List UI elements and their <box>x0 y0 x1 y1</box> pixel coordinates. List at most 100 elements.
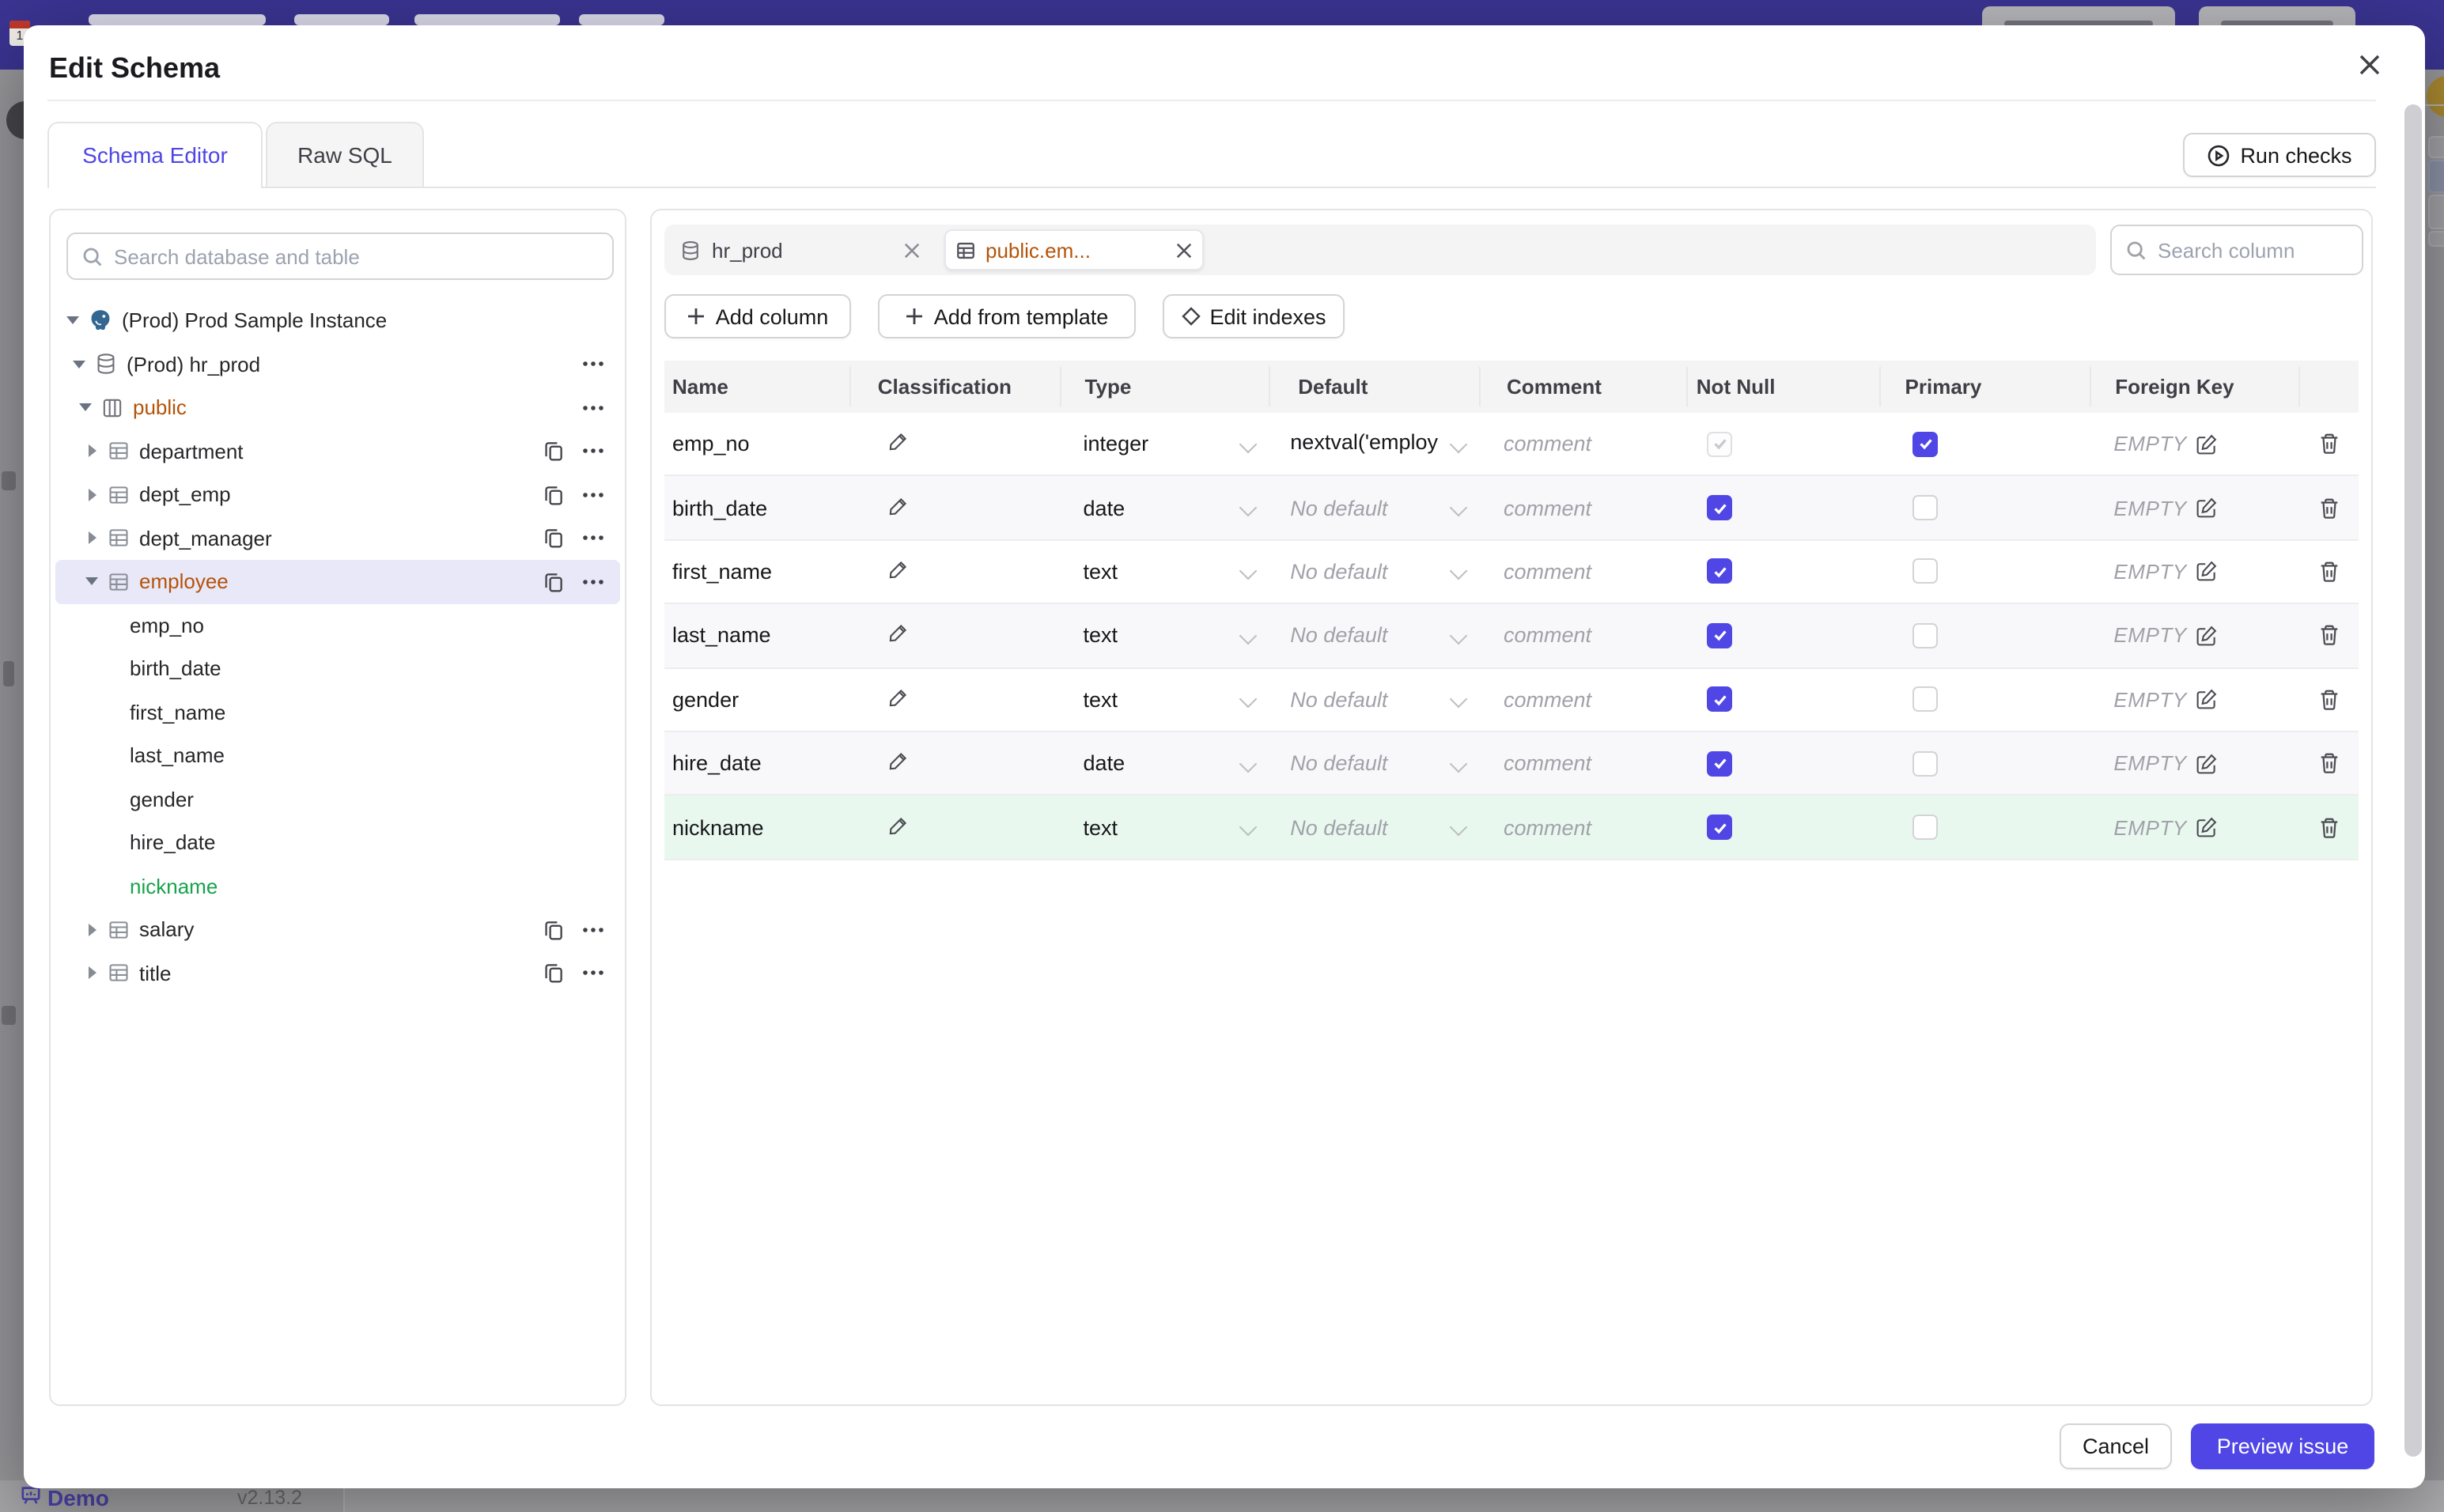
chevron-right-icon[interactable] <box>84 488 100 501</box>
tree-search-input[interactable]: Search database and table <box>66 232 614 280</box>
not-null-checkbox[interactable] <box>1707 622 1733 648</box>
default-select[interactable]: No default <box>1268 688 1478 712</box>
add-column-button[interactable]: Add column <box>664 294 851 338</box>
tree-item-table[interactable]: salary <box>51 908 625 951</box>
pencil-icon[interactable] <box>887 558 910 580</box>
column-name[interactable]: nickname <box>664 815 849 839</box>
tree-item-table[interactable]: title <box>51 951 625 995</box>
edit-icon[interactable] <box>2196 433 2219 455</box>
default-select[interactable]: No default <box>1268 496 1478 520</box>
column-name[interactable]: emp_no <box>664 432 849 455</box>
chevron-down-icon[interactable] <box>78 403 93 412</box>
tree-item-column[interactable]: last_name <box>51 734 625 777</box>
not-null-checkbox[interactable] <box>1707 686 1733 713</box>
trash-icon[interactable] <box>2317 624 2340 648</box>
pencil-icon[interactable] <box>887 814 910 836</box>
comment-input[interactable]: comment <box>1478 432 1687 455</box>
not-null-checkbox[interactable] <box>1707 815 1733 841</box>
type-select[interactable]: integer <box>1060 432 1269 455</box>
tree-item-column-new[interactable]: nickname <box>51 864 625 908</box>
type-select[interactable]: text <box>1060 624 1269 648</box>
primary-checkbox[interactable] <box>1912 686 1939 713</box>
more-icon[interactable] <box>582 361 604 368</box>
chevron-down-icon[interactable] <box>65 316 81 325</box>
tree-item-table[interactable]: department <box>51 429 625 473</box>
not-null-checkbox[interactable] <box>1707 750 1733 777</box>
chevron-right-icon[interactable] <box>84 966 100 980</box>
tree-item-column[interactable]: gender <box>51 777 625 821</box>
edit-icon[interactable] <box>2196 689 2219 711</box>
more-icon[interactable] <box>582 927 604 933</box>
primary-checkbox[interactable] <box>1912 431 1939 457</box>
pencil-icon[interactable] <box>887 430 910 452</box>
type-select[interactable]: date <box>1060 496 1269 520</box>
chevron-down-icon[interactable] <box>71 360 87 369</box>
comment-input[interactable]: comment <box>1478 624 1687 648</box>
comment-input[interactable]: comment <box>1478 815 1687 839</box>
close-icon[interactable] <box>2346 41 2393 89</box>
trash-icon[interactable] <box>2317 560 2340 584</box>
trash-icon[interactable] <box>2317 815 2340 839</box>
comment-input[interactable]: comment <box>1478 496 1687 520</box>
copy-icon[interactable] <box>543 484 565 506</box>
more-icon[interactable] <box>582 970 604 977</box>
edit-icon[interactable] <box>2196 625 2219 647</box>
more-icon[interactable] <box>582 535 604 542</box>
trash-icon[interactable] <box>2317 751 2340 775</box>
primary-checkbox[interactable] <box>1912 750 1939 777</box>
demo-link[interactable]: Demo <box>47 1485 109 1510</box>
tree-item-table-selected[interactable]: employee <box>55 560 620 603</box>
trash-icon[interactable] <box>2317 496 2340 520</box>
comment-input[interactable]: comment <box>1478 751 1687 775</box>
chip-table-active[interactable]: public.em... <box>944 229 1204 270</box>
primary-checkbox[interactable] <box>1912 815 1939 841</box>
tree-item-column[interactable]: hire_date <box>51 821 625 864</box>
type-select[interactable]: text <box>1060 688 1269 712</box>
copy-icon[interactable] <box>543 919 565 941</box>
type-select[interactable]: text <box>1060 560 1269 584</box>
tree-item-instance[interactable]: (Prod) Prod Sample Instance <box>51 299 625 342</box>
close-icon[interactable] <box>903 241 921 259</box>
not-null-checkbox[interactable] <box>1707 431 1733 457</box>
pencil-icon[interactable] <box>887 750 910 772</box>
tab-raw-sql[interactable]: Raw SQL <box>266 122 424 187</box>
chip-database[interactable]: hr_prod <box>664 238 930 262</box>
edit-indexes-button[interactable]: Edit indexes <box>1163 294 1345 338</box>
run-checks-button[interactable]: Run checks <box>2183 133 2376 177</box>
pencil-icon[interactable] <box>887 622 910 644</box>
pencil-icon[interactable] <box>887 494 910 516</box>
column-name[interactable]: hire_date <box>664 751 849 775</box>
scrollbar-thumb[interactable] <box>2404 104 2422 1457</box>
copy-icon[interactable] <box>543 571 565 593</box>
copy-icon[interactable] <box>543 962 565 985</box>
comment-input[interactable]: comment <box>1478 688 1687 712</box>
primary-checkbox[interactable] <box>1912 558 1939 584</box>
not-null-checkbox[interactable] <box>1707 495 1733 521</box>
add-from-template-button[interactable]: Add from template <box>878 294 1136 338</box>
tree-item-schema[interactable]: public <box>51 386 625 429</box>
default-select[interactable]: No default <box>1268 624 1478 648</box>
trash-icon[interactable] <box>2317 688 2340 712</box>
edit-icon[interactable] <box>2196 752 2219 774</box>
more-icon[interactable] <box>582 492 604 498</box>
not-null-checkbox[interactable] <box>1707 558 1733 584</box>
column-name[interactable]: last_name <box>664 624 849 648</box>
copy-icon[interactable] <box>543 440 565 463</box>
tree-item-column[interactable]: emp_no <box>51 603 625 647</box>
default-select[interactable]: nextval('employ <box>1268 429 1478 458</box>
more-icon[interactable] <box>582 405 604 411</box>
edit-icon[interactable] <box>2196 497 2219 519</box>
column-name[interactable]: first_name <box>664 560 849 584</box>
trash-icon[interactable] <box>2317 432 2340 455</box>
default-select[interactable]: No default <box>1268 815 1478 839</box>
more-icon[interactable] <box>582 448 604 455</box>
default-select[interactable]: No default <box>1268 751 1478 775</box>
tab-schema-editor[interactable]: Schema Editor <box>47 122 263 187</box>
chevron-right-icon[interactable] <box>84 444 100 458</box>
preview-issue-button[interactable]: Preview issue <box>2191 1423 2374 1469</box>
primary-checkbox[interactable] <box>1912 495 1939 521</box>
column-search-input[interactable]: Search column <box>2110 225 2363 275</box>
column-name[interactable]: birth_date <box>664 496 849 520</box>
copy-icon[interactable] <box>543 527 565 550</box>
type-select[interactable]: date <box>1060 751 1269 775</box>
